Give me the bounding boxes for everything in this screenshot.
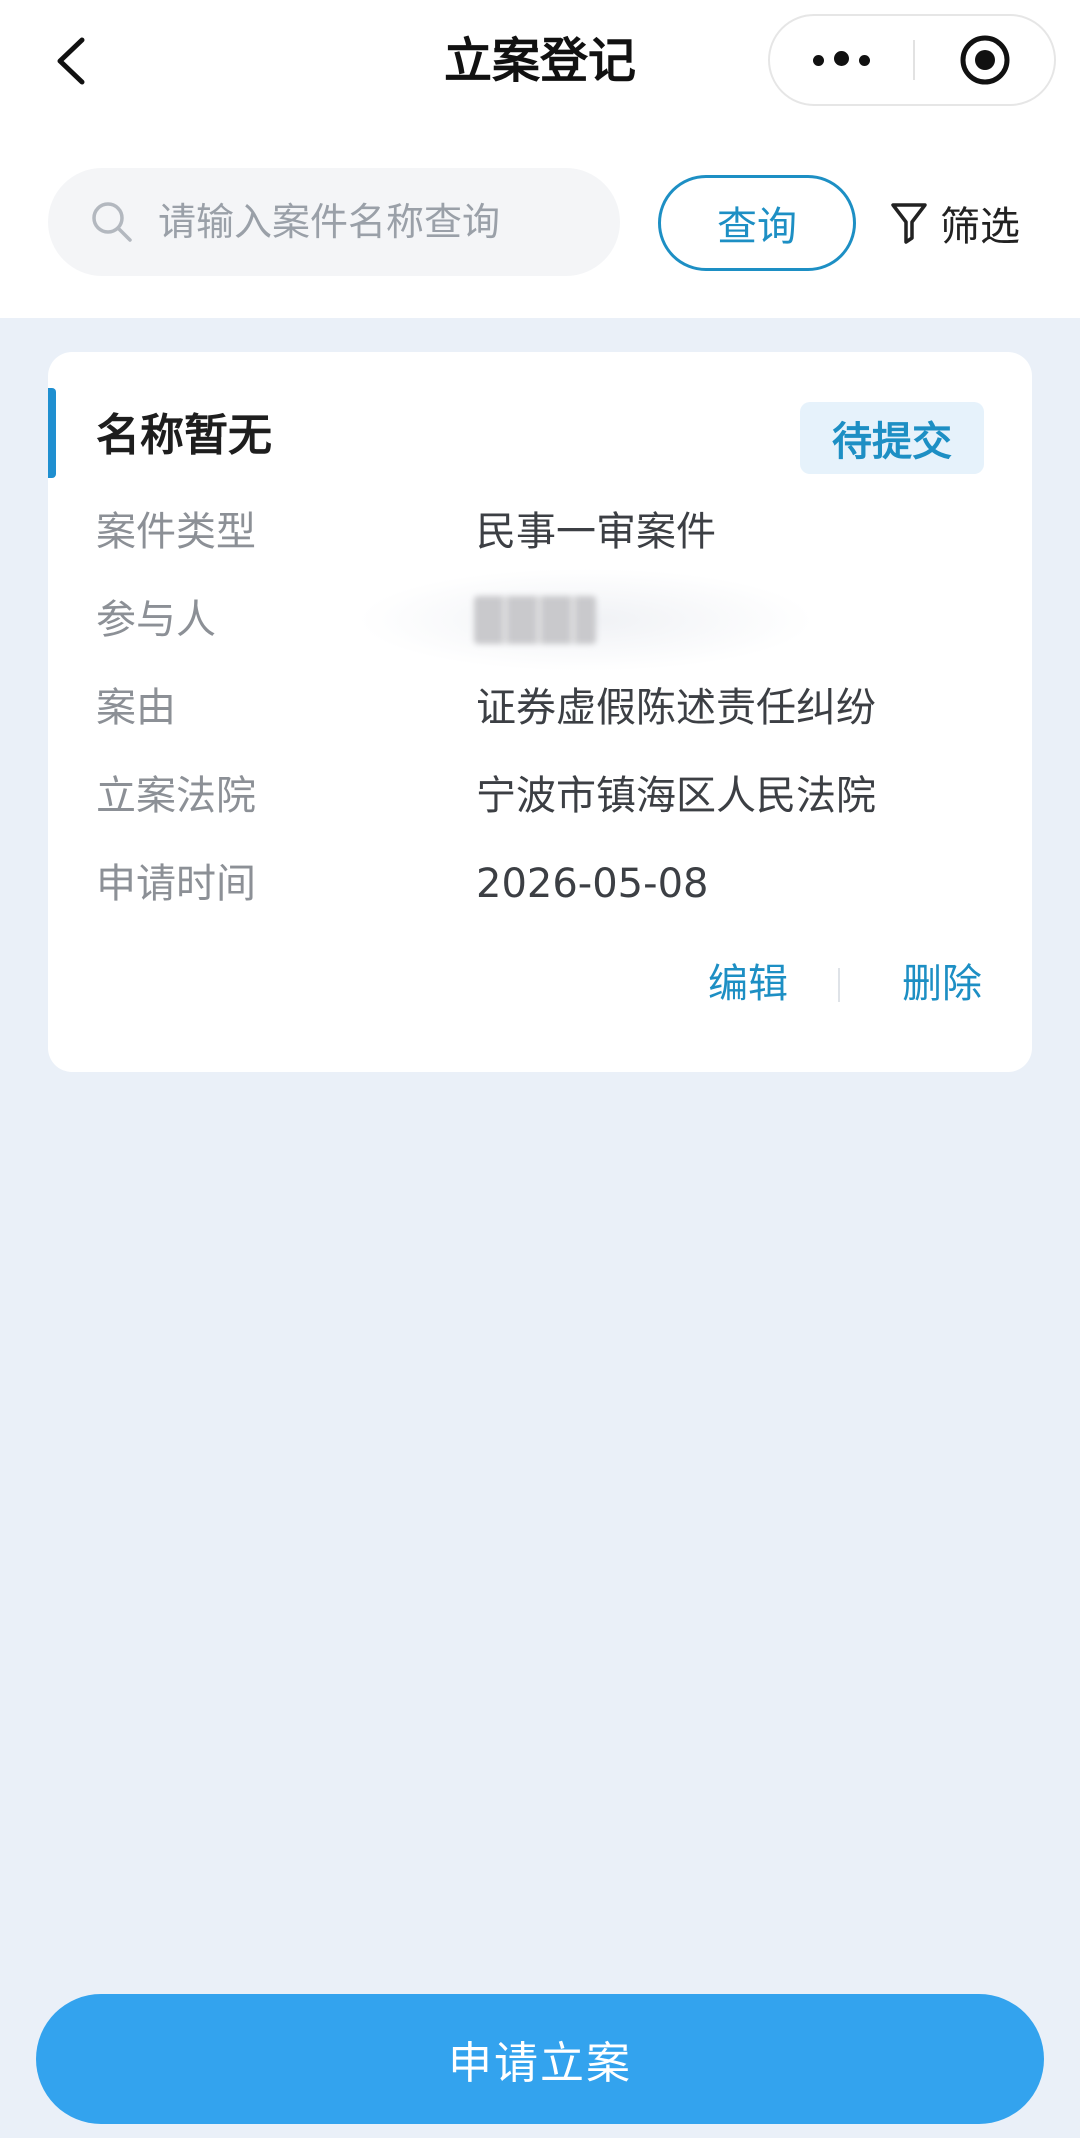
navigation-bar: 立案登记: [0, 0, 1080, 122]
edit-button[interactable]: 编辑: [708, 952, 788, 1016]
redacted-participant-value: [474, 596, 596, 644]
field-case-type: 案件类型 民事一审案件: [96, 500, 986, 564]
field-value: 宁波市镇海区人民法院: [476, 773, 876, 819]
search-icon: [92, 202, 132, 242]
case-registration-page: 立案登记 请输入案件名称查询 查询 筛选 名称暂无 待提交 案件类型 民事一审案…: [0, 0, 1080, 2138]
filter-funnel-icon: [891, 203, 927, 244]
close-program-button[interactable]: [915, 16, 1054, 104]
field-label: 案由: [96, 685, 176, 731]
field-cause: 案由 证券虚假陈述责任纠纷: [96, 676, 986, 740]
field-value: 民事一审案件: [476, 509, 716, 555]
action-divider: [838, 968, 840, 1002]
card-accent-bar: [48, 388, 56, 478]
status-badge: 待提交: [800, 402, 984, 474]
filter-label: 筛选: [940, 204, 1020, 250]
field-value: 2026-05-08: [476, 861, 709, 907]
field-participant: 参与人: [96, 568, 986, 672]
query-button[interactable]: 查询: [658, 175, 856, 271]
field-label: 立案法院: [96, 773, 256, 819]
more-dots-icon: [808, 50, 875, 70]
field-label: 案件类型: [96, 509, 256, 555]
filter-button[interactable]: 筛选: [890, 190, 1020, 256]
field-apply-time: 申请时间 2026-05-08: [96, 852, 986, 916]
target-circle-icon: [960, 35, 1009, 85]
field-label: 申请时间: [96, 861, 256, 907]
field-label: 参与人: [96, 597, 216, 643]
field-court: 立案法院 宁波市镇海区人民法院: [96, 764, 986, 828]
case-title: 名称暂无: [96, 410, 272, 461]
apply-case-button[interactable]: 申请立案: [36, 1994, 1044, 2124]
more-options-button[interactable]: [770, 16, 913, 104]
case-card[interactable]: 名称暂无 待提交 案件类型 民事一审案件 参与人 案由 证券虚假陈述责任纠纷 立…: [48, 352, 1032, 1072]
search-box[interactable]: [48, 168, 620, 276]
mini-program-capsule: [768, 14, 1056, 106]
header-area: 立案登记 请输入案件名称查询 查询 筛选: [0, 0, 1080, 318]
delete-button[interactable]: 删除: [902, 952, 982, 1016]
search-input[interactable]: [158, 188, 588, 256]
field-value: 证券虚假陈述责任纠纷: [476, 685, 876, 731]
